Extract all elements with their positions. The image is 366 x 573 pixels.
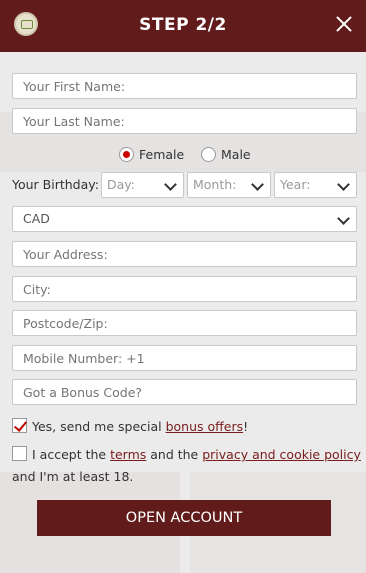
male-label: Male: [221, 147, 251, 162]
mobile-input[interactable]: [12, 345, 357, 371]
bonus-offers-prefix: Yes, send me special: [32, 419, 166, 434]
year-select-value: Year:: [280, 177, 311, 192]
first-name-input[interactable]: [12, 73, 357, 99]
chevron-down-icon: [337, 178, 350, 191]
female-radio[interactable]: [119, 147, 134, 162]
chevron-down-icon: [164, 178, 177, 191]
terms-middle: and the: [146, 447, 203, 462]
postcode-input[interactable]: [12, 310, 357, 336]
city-input[interactable]: [12, 276, 357, 302]
chevron-down-icon: [337, 212, 350, 225]
bonus-offers-link[interactable]: bonus offers: [166, 419, 244, 434]
terms-link[interactable]: terms: [110, 447, 146, 462]
day-select-value: Day:: [107, 177, 135, 192]
birthday-label: Your Birthday:: [12, 177, 99, 192]
privacy-policy-link[interactable]: privacy and cookie policy: [202, 447, 361, 462]
terms-checkbox[interactable]: [12, 446, 27, 461]
year-select[interactable]: Year:: [274, 172, 357, 198]
address-input[interactable]: [12, 241, 357, 267]
last-name-input[interactable]: [12, 108, 357, 134]
bonus-code-input[interactable]: [12, 379, 357, 405]
terms-prefix: I accept the: [32, 447, 111, 462]
day-select[interactable]: Day:: [101, 172, 184, 198]
bonus-offers-text: Yes, send me special bonus offers!: [32, 419, 248, 434]
chevron-down-icon: [251, 178, 264, 191]
male-radio[interactable]: [201, 147, 216, 162]
female-label: Female: [139, 147, 185, 162]
modal-title: STEP 2/2: [139, 15, 227, 35]
month-select-value: Month:: [193, 177, 237, 192]
close-icon[interactable]: [332, 12, 356, 36]
currency-select[interactable]: CAD: [12, 206, 357, 232]
bonus-offers-checkbox[interactable]: [12, 418, 27, 433]
modal-header: STEP 2/2: [0, 0, 366, 52]
age-confirmation-text: and I'm at least 18.: [12, 469, 134, 484]
month-select[interactable]: Month:: [187, 172, 271, 198]
terms-text: I accept the terms and the privacy and c…: [32, 447, 361, 462]
currency-select-value: CAD: [23, 211, 50, 226]
open-account-button[interactable]: OPEN ACCOUNT: [37, 500, 331, 536]
bonus-offers-suffix: !: [243, 419, 249, 434]
